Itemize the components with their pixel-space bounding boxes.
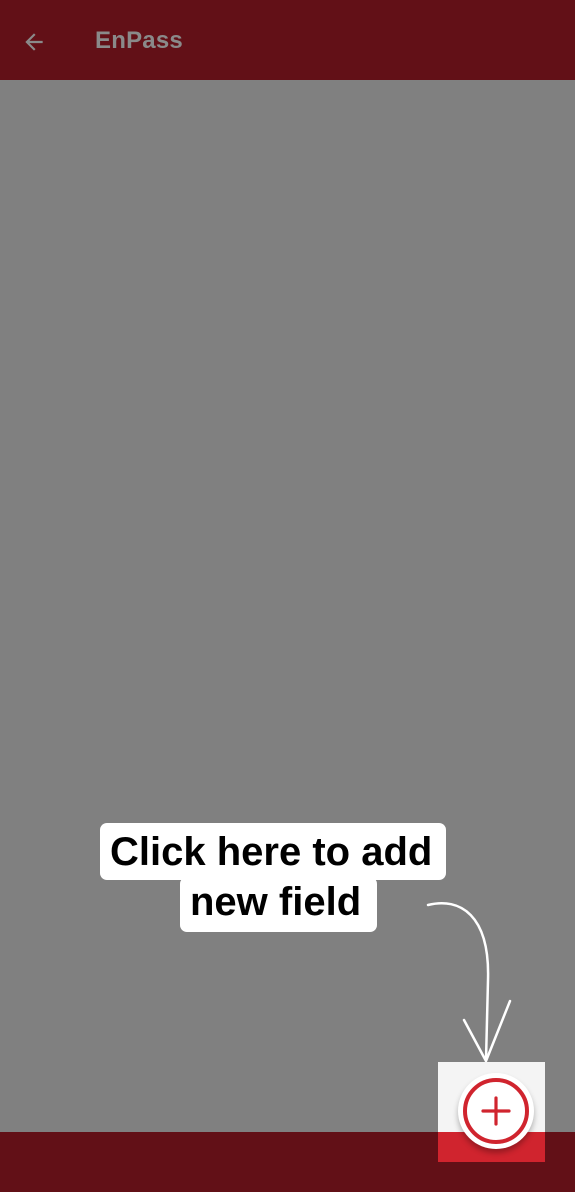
coach-mark-line-2: new field [180, 877, 378, 932]
app-title: EnPass [95, 27, 183, 54]
coach-mark-line-1: Click here to add [100, 823, 447, 880]
back-button[interactable] [14, 22, 54, 62]
plus-icon [481, 1096, 511, 1126]
curved-arrow-down-icon [426, 902, 512, 1063]
arrow-left-icon [25, 33, 43, 51]
app-bar: EnPass [0, 0, 575, 80]
add-field-button[interactable] [458, 1073, 534, 1149]
